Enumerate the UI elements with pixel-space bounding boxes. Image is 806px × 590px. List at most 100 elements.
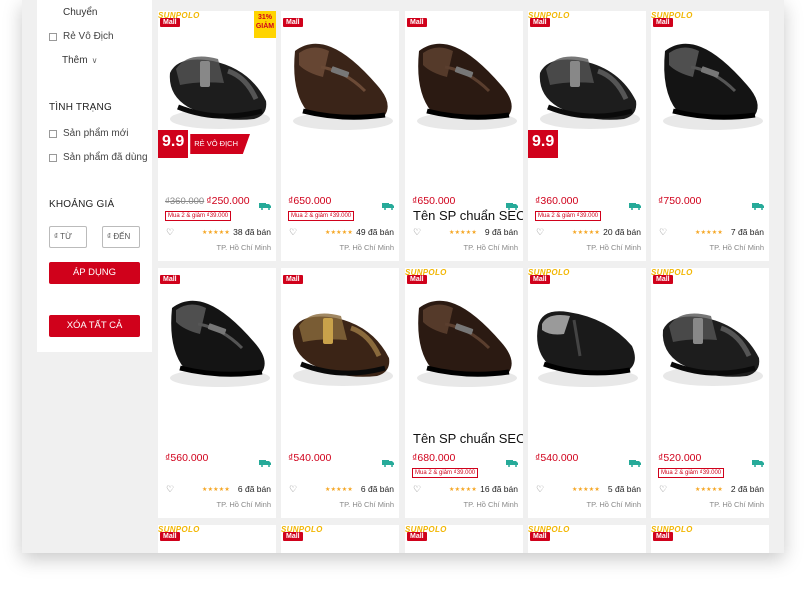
product-card[interactable]: Mall ₫650.000 Tên SP chuẩn SEO ♡ ★★★★★ 9 đã b…: [405, 11, 523, 261]
condition-title: TÌNH TRẠNG: [49, 102, 112, 113]
mall-badge: Mall: [283, 18, 303, 27]
mall-badge: Mall: [160, 532, 180, 541]
mall-badge: Mall: [160, 18, 180, 27]
product-card[interactable]: SUNPOLO Mall: [405, 525, 523, 553]
sold-count: 49 đã bán: [356, 227, 394, 237]
heart-icon[interactable]: ♡: [289, 227, 297, 238]
filter-sidebar: Chuyển Rẻ Vô Địch Thêm ∨ TÌNH TRẠNG Sản p…: [37, 0, 152, 352]
price: ₫680.000: [412, 452, 456, 464]
price-row: ₫520.000: [658, 452, 701, 464]
clear-all-button[interactable]: XÓA TẤT CẢ: [49, 315, 140, 337]
price-row: ₫680.000: [412, 452, 455, 464]
product-card[interactable]: SUNPOLO Mall: [281, 525, 399, 553]
heart-icon[interactable]: ♡: [413, 227, 421, 238]
price: ₫540.000: [535, 452, 579, 464]
product-card[interactable]: SUNPOLO Mall ₫680.000 Mua 2 & giảm ₫39.000 T…: [405, 268, 523, 518]
filter-option-new[interactable]: Sản phẩm mới: [49, 128, 128, 139]
heart-icon[interactable]: ♡: [289, 484, 297, 495]
price: ₫520.000: [658, 452, 702, 464]
product-listing-frame: Chuyển Rẻ Vô Địch Thêm ∨ TÌNH TRẠNG Sản p…: [22, 0, 784, 553]
price: ₫560.000: [165, 452, 209, 464]
rating-stars: ★★★★★: [695, 230, 723, 236]
price-row: ₫560.000: [165, 452, 208, 464]
rating-stars: ★★★★★: [202, 487, 230, 493]
product-card[interactable]: SUNPOLO Mall 31% GIẢM 9.9 RẺ VÔ ĐỊCH ₫360.000…: [158, 11, 276, 261]
rating-stars: ★★★★★: [325, 230, 353, 236]
location: TP. Hồ Chí Minh: [339, 243, 394, 252]
sold-count: 2 đã bán: [730, 484, 764, 494]
product-image[interactable]: [158, 268, 276, 408]
truck-icon: [382, 454, 394, 467]
product-image[interactable]: [528, 268, 646, 408]
heart-icon[interactable]: ♡: [166, 484, 174, 495]
product-card[interactable]: Mall ₫560.000 ♡ ★★★★★ 6 đã bán TP. Hồ Chí Min…: [158, 268, 276, 518]
location: TP. Hồ Chí Minh: [709, 243, 764, 252]
price: ₫650.000: [288, 195, 332, 207]
price: ₫540.000: [288, 452, 332, 464]
promo-9-9: 9.9: [528, 130, 559, 158]
product-image[interactable]: [651, 11, 769, 151]
product-card[interactable]: SUNPOLO Mall ₫520.000 Mua 2 & giảm ₫39.000 ♡…: [651, 268, 769, 518]
truck-icon: [259, 454, 271, 467]
location: TP. Hồ Chí Minh: [216, 500, 271, 509]
heart-icon[interactable]: ♡: [536, 484, 544, 495]
mall-badge: Mall: [407, 18, 427, 27]
location: TP. Hồ Chí Minh: [586, 500, 641, 509]
product-image[interactable]: [651, 268, 769, 408]
mall-badge: Mall: [407, 532, 427, 541]
product-card[interactable]: SUNPOLO Mall ₫540.000 ♡ ★★★★★ 5 đã bán TP. Hồ …: [528, 268, 646, 518]
checkbox[interactable]: [49, 129, 57, 138]
checkbox[interactable]: [49, 32, 57, 41]
promo-9-9: 9.9: [158, 130, 189, 158]
truck-icon: [752, 197, 764, 210]
product-card[interactable]: SUNPOLO Mall 9.9 ₫360.000 Mua 2 & giảm ₫39.0…: [528, 11, 646, 261]
checkbox[interactable]: [49, 153, 57, 162]
filter-option-re-vo-dich[interactable]: Rẻ Vô Địch: [49, 31, 114, 42]
price-row: ₫650.000: [412, 195, 455, 207]
rating-stars: ★★★★★: [449, 230, 477, 236]
deal-tag: Mua 2 & giảm ₫39.000: [535, 211, 602, 221]
apply-button[interactable]: ÁP DỤNG: [49, 262, 140, 284]
price-row: ₫540.000: [288, 452, 331, 464]
product-name[interactable]: Tên SP chuẩn SEO: [413, 208, 523, 223]
heart-icon[interactable]: ♡: [536, 227, 544, 238]
price-from-input[interactable]: ₫ TỪ: [49, 226, 87, 248]
product-card[interactable]: Mall ₫650.000 Mua 2 & giảm ₫39.000 ♡ ★★★★★ 49…: [281, 11, 399, 261]
sold-count: 6 đã bán: [237, 484, 271, 494]
heart-icon[interactable]: ♡: [413, 484, 421, 495]
filter-option-label: Sản phẩm đã dùng: [63, 152, 148, 163]
heart-icon[interactable]: ♡: [166, 227, 174, 238]
heart-icon[interactable]: ♡: [659, 484, 667, 495]
product-image[interactable]: [281, 11, 399, 151]
promo-badge: 9.9 RẺ VÔ ĐỊCH: [158, 130, 251, 158]
deal-tag: Mua 2 & giảm ₫39.000: [165, 211, 232, 221]
heart-icon[interactable]: ♡: [659, 227, 667, 238]
location: TP. Hồ Chí Minh: [709, 500, 764, 509]
mall-badge: Mall: [283, 275, 303, 284]
filter-option-used[interactable]: Sản phẩm đã dùng: [49, 152, 148, 163]
location: TP. Hồ Chí Minh: [339, 500, 394, 509]
price-to-input[interactable]: ₫ ĐẾN: [102, 226, 140, 248]
old-price: ₫360.000: [165, 196, 205, 207]
rating-stars: ★★★★★: [572, 230, 600, 236]
product-name[interactable]: Tên SP chuẩn SEO: [413, 431, 523, 446]
filter-link-chuyen[interactable]: Chuyển: [63, 7, 97, 18]
product-image[interactable]: [405, 268, 523, 408]
price: ₫650.000: [412, 195, 456, 207]
rating-stars: ★★★★★: [202, 230, 230, 236]
product-card[interactable]: SUNPOLO Mall: [158, 525, 276, 553]
chevron-down-icon: ∨: [91, 56, 98, 65]
product-card[interactable]: SUNPOLO Mall ₫750.000 ♡ ★★★★★ 7 đã bán TP. Hồ …: [651, 11, 769, 261]
price-row: ₫360.000 ₫250.000: [165, 195, 250, 207]
mall-badge: Mall: [530, 275, 550, 284]
price: ₫360.000: [535, 195, 579, 207]
mall-badge: Mall: [530, 18, 550, 27]
product-image[interactable]: [281, 268, 399, 408]
product-card[interactable]: Mall ₫540.000 ♡ ★★★★★ 6 đã bán TP. Hồ Chí Min…: [281, 268, 399, 518]
product-card[interactable]: SUNPOLO Mall: [651, 525, 769, 553]
product-image[interactable]: [405, 11, 523, 151]
truck-icon: [752, 454, 764, 467]
show-more-button[interactable]: Thêm ∨: [62, 55, 97, 66]
sold-count: 9 đã bán: [484, 227, 518, 237]
product-card[interactable]: SUNPOLO Mall: [528, 525, 646, 553]
